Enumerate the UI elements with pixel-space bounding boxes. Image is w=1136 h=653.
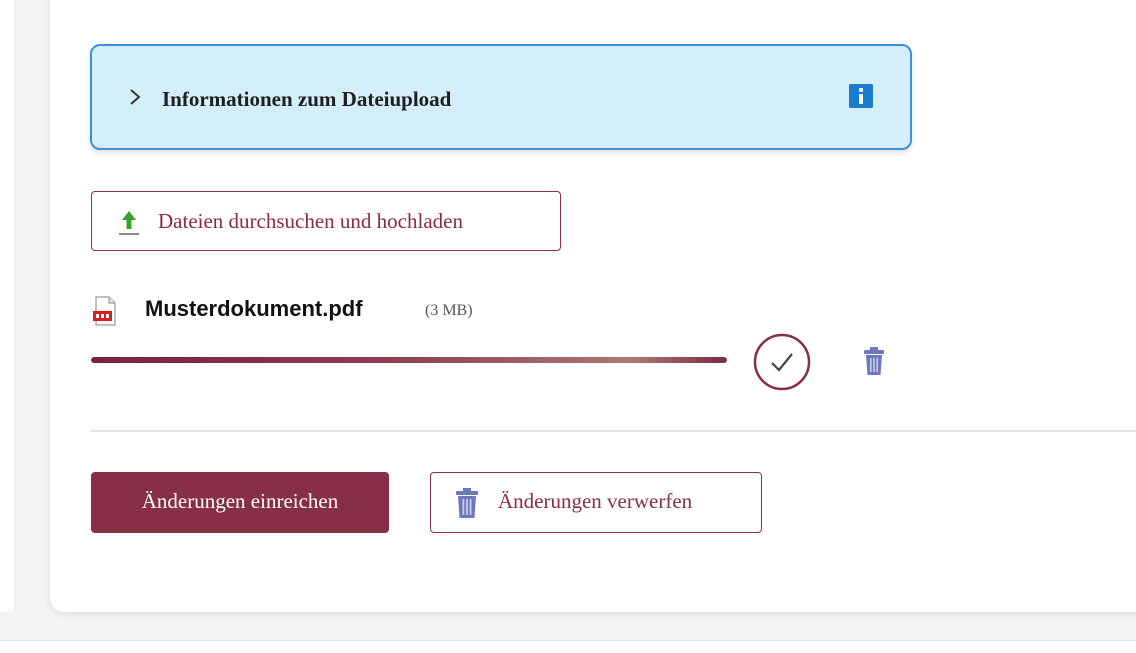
trash-icon — [456, 488, 478, 518]
file-name: Musterdokument.pdf — [145, 296, 363, 321]
check-circle-icon — [753, 333, 811, 391]
left-panel-edge — [0, 0, 15, 612]
submit-button-label: Änderungen einreichen — [141, 489, 339, 513]
section-divider — [91, 430, 1136, 432]
upload-progress-fill — [91, 357, 727, 363]
page-footer-band — [0, 640, 1136, 653]
upload-button-label: Dateien durchsuchen und hochladen — [158, 209, 463, 233]
info-accordion-title: Informationen zum Dateiupload — [162, 87, 452, 111]
pdf-file-icon — [93, 296, 116, 326]
upload-progress-bar — [91, 357, 727, 363]
discard-changes-button[interactable]: Änderungen verwerfen — [430, 472, 762, 533]
file-upload-info-accordion[interactable]: Informationen zum Dateiupload — [90, 44, 912, 150]
submit-changes-button[interactable]: Änderungen einreichen — [91, 472, 389, 533]
chevron-right-icon — [130, 89, 141, 105]
file-size: (3 MB) — [425, 302, 473, 319]
discard-button-label: Änderungen verwerfen — [498, 489, 693, 513]
browse-upload-button[interactable]: Dateien durchsuchen und hochladen — [91, 191, 561, 251]
info-icon — [849, 84, 873, 108]
upload-icon — [119, 211, 139, 235]
trash-icon[interactable] — [862, 345, 886, 377]
